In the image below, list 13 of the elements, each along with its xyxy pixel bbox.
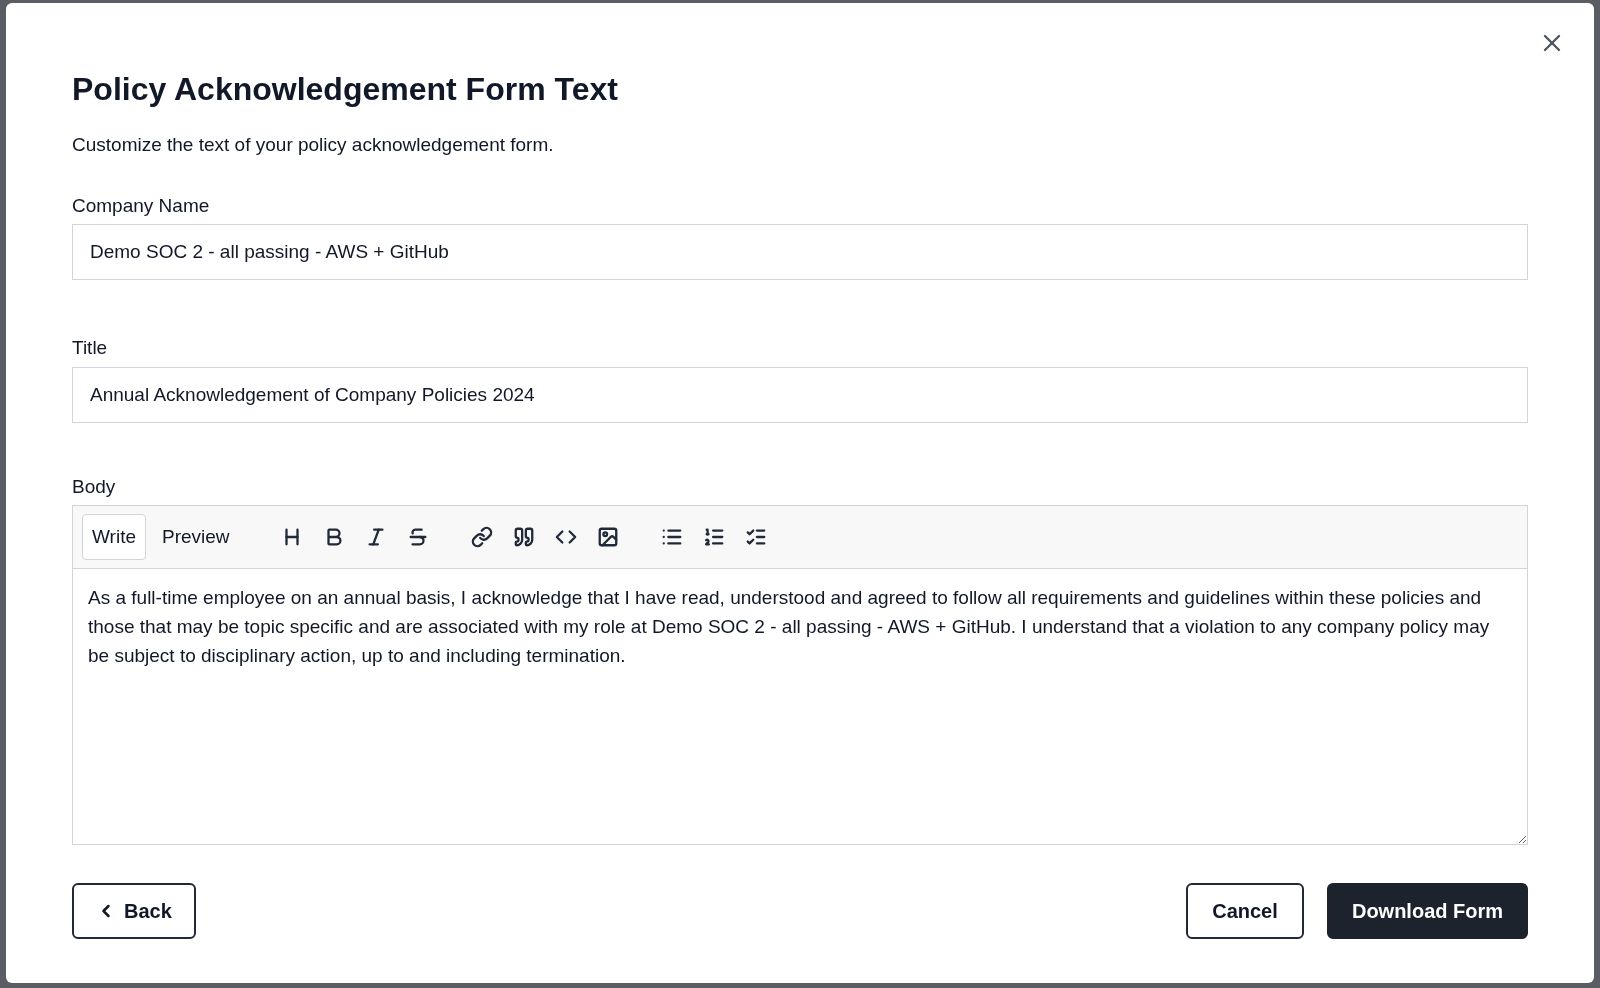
text-field[interactable]: Annual Acknowledgement of Company Policies 2024 bbox=[72, 366, 1528, 423]
back-button[interactable]: Back bbox=[72, 883, 196, 939]
body-field[interactable]: As a full-time employee on an annual basis, I acknowledge that I have read, understood and agreed to follow all requirements and guidelines within these policies and those that may be topic specific and are associated with my role at Demo SOC 2 - all passing - AWS + GitHub. I understand that a violation to any company policy may be subject to disciplinary action, up to and including termination. bbox=[72, 569, 1528, 845]
dialog-title: Policy Acknowledgement Form Text bbox=[72, 70, 618, 109]
download-button[interactable]: Download Form bbox=[1327, 883, 1528, 939]
cancel-button[interactable]: Cancel bbox=[1186, 883, 1304, 939]
editor-tab[interactable]: Write bbox=[82, 514, 146, 560]
editor-tab[interactable]: Preview bbox=[152, 514, 240, 560]
field-label: Title bbox=[72, 336, 108, 360]
field-label: Body bbox=[72, 474, 116, 499]
text-field[interactable]: Demo SOC 2 - all passing - AWS + GitHub bbox=[72, 224, 1528, 280]
dialog-description: Customize the text of your policy acknowledgement form. bbox=[72, 133, 554, 157]
field-label: Company Name bbox=[72, 193, 210, 218]
